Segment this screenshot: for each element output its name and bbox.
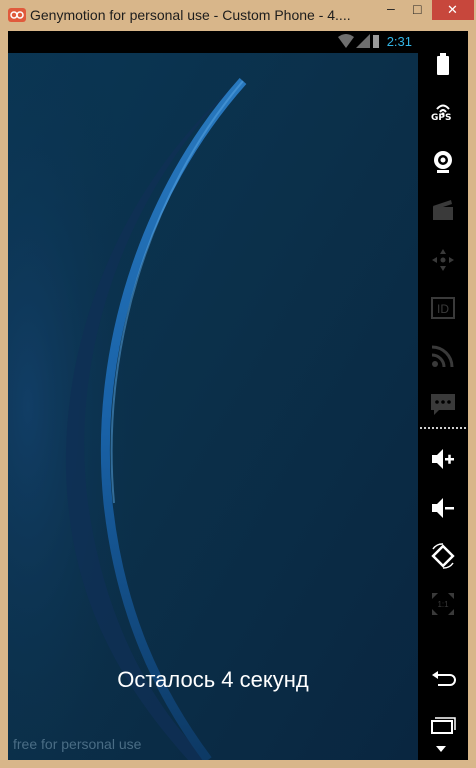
close-button[interactable]: ✕ (432, 0, 474, 20)
screencast-button[interactable] (418, 189, 468, 229)
rotate-icon (431, 543, 455, 569)
sms-icon (431, 394, 455, 415)
genymotion-window: Genymotion for personal use - Custom Pho… (0, 0, 476, 768)
volume-down-icon (432, 498, 454, 518)
battery-status-icon (373, 35, 379, 48)
pixel-perfect-button[interactable]: 1:1 (418, 583, 468, 623)
battery-button[interactable] (418, 43, 468, 83)
webcam-icon (434, 151, 452, 173)
title-bar[interactable]: Genymotion for personal use - Custom Pho… (0, 0, 476, 31)
status-time: 2:31 (386, 34, 412, 49)
sidebar-separator (420, 427, 466, 429)
recent-apps-icon (431, 717, 456, 734)
signal-icon (356, 34, 370, 48)
rss-icon (431, 345, 454, 368)
minimize-icon: – (387, 0, 395, 16)
dpad-button[interactable] (418, 239, 468, 279)
minimize-button[interactable]: – (378, 0, 406, 20)
genymotion-logo-icon (8, 8, 26, 22)
device-id-button[interactable]: ID (418, 287, 468, 327)
genymotion-sidebar: GPS ID 1:1 (418, 31, 468, 760)
scroll-down-icon (436, 746, 446, 752)
id-label: ID (437, 302, 449, 316)
sms-button[interactable] (418, 383, 468, 423)
back-icon (432, 671, 456, 686)
rotate-button[interactable] (418, 535, 468, 575)
screencast-icon (433, 200, 453, 220)
countdown-text: Осталось 4 секунд (117, 667, 309, 692)
recent-apps-button[interactable] (418, 707, 468, 747)
close-icon: ✕ (447, 2, 458, 17)
android-status-bar: 2:31 (8, 31, 418, 53)
gps-button[interactable]: GPS (418, 93, 468, 133)
wallpaper (8, 53, 418, 760)
maximize-icon: □ (413, 1, 422, 17)
volume-up-button[interactable] (418, 438, 468, 478)
dpad-icon (432, 249, 454, 271)
pixel-perfect-label: 1:1 (437, 600, 449, 609)
gps-label: GPS (431, 113, 452, 123)
back-button[interactable] (418, 661, 468, 701)
pixel-perfect-icon: 1:1 (432, 593, 454, 615)
scroll-down-button[interactable] (418, 743, 468, 759)
window-title: Genymotion for personal use - Custom Pho… (30, 7, 351, 23)
wifi-icon (338, 34, 354, 48)
watermark-text: free for personal use (13, 736, 142, 752)
volume-up-icon (432, 449, 454, 469)
battery-icon (437, 53, 449, 75)
volume-down-button[interactable] (418, 487, 468, 527)
webcam-button[interactable] (418, 141, 468, 181)
phone-screen[interactable]: 2:31 Осталось 4 секунд free for personal… (8, 31, 418, 760)
id-icon: ID (431, 297, 455, 319)
maximize-button[interactable]: □ (406, 0, 432, 20)
network-button[interactable] (418, 335, 468, 375)
